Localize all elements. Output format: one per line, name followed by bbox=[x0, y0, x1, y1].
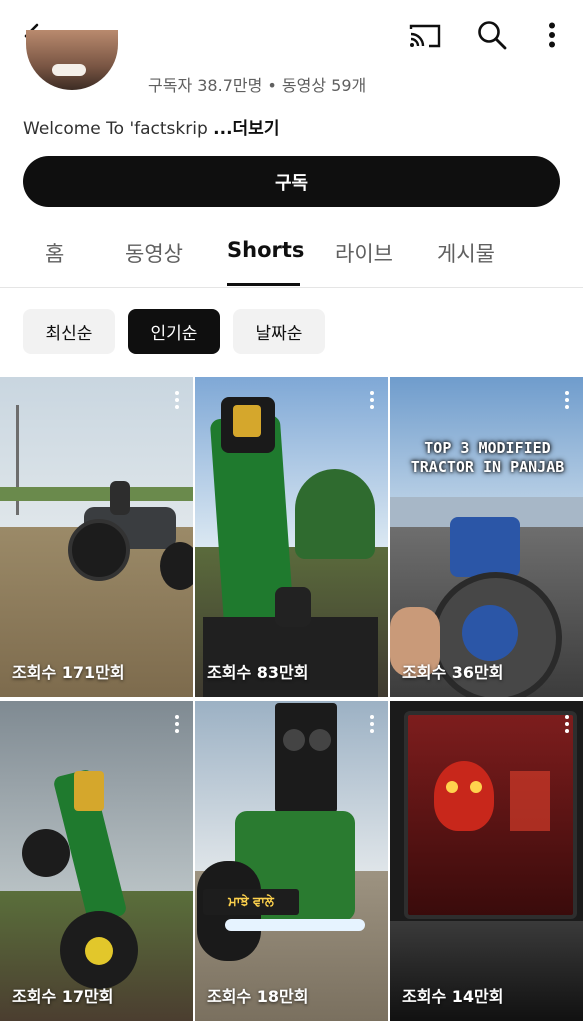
chip-popular[interactable]: 인기순 bbox=[128, 309, 220, 354]
cast-icon[interactable] bbox=[404, 16, 446, 56]
short-tile[interactable]: 조회수 14만회 bbox=[390, 701, 583, 1021]
chip-oldest[interactable]: 날짜순 bbox=[233, 309, 325, 354]
tab-home[interactable]: 홈 bbox=[45, 238, 64, 268]
tab-posts[interactable]: 게시물 bbox=[437, 238, 495, 268]
short-view-count: 조회수 17만회 bbox=[12, 987, 114, 1006]
channel-description[interactable]: Welcome To 'factskrip ...더보기 bbox=[23, 114, 279, 139]
short-options-icon[interactable] bbox=[561, 389, 573, 411]
short-options-icon[interactable] bbox=[561, 713, 573, 735]
channel-stats: 구독자 38.7만명 • 동영상 59개 bbox=[148, 76, 367, 95]
short-tile[interactable]: 조회수 17만회 bbox=[0, 701, 193, 1021]
tab-videos[interactable]: 동영상 bbox=[125, 238, 183, 268]
chip-latest[interactable]: 최신순 bbox=[23, 309, 115, 354]
active-tab-indicator bbox=[227, 283, 300, 286]
short-view-count: 조회수 14만회 bbox=[402, 987, 504, 1006]
subscribe-button[interactable]: 구독 bbox=[23, 156, 560, 207]
short-tile[interactable]: TOP 3 MODIFIED TRACTOR IN PANJAB 조회수 36만… bbox=[390, 377, 583, 697]
short-tile[interactable]: 조회수 83만회 bbox=[195, 377, 388, 697]
channel-tabs: 홈 동영상 Shorts 라이브 게시물 bbox=[0, 222, 583, 288]
short-options-icon[interactable] bbox=[171, 713, 183, 735]
short-options-icon[interactable] bbox=[366, 389, 378, 411]
short-number-plate: ਮਾਝੇ ਵਾਲੇ bbox=[203, 889, 299, 915]
shorts-grid: 조회수 171만회 조회수 83만회 TOP 3 MODIFIED TRACTO… bbox=[0, 377, 583, 1024]
tab-shorts[interactable]: Shorts bbox=[227, 238, 304, 262]
short-options-icon[interactable] bbox=[366, 713, 378, 735]
short-view-count: 조회수 36만회 bbox=[402, 663, 504, 682]
short-tile[interactable]: ਮਾਝੇ ਵਾਲੇ 조회수 18만회 bbox=[195, 701, 388, 1021]
short-view-count: 조회수 171만회 bbox=[12, 663, 125, 682]
tab-live[interactable]: 라이브 bbox=[335, 238, 393, 268]
more-vert-icon[interactable] bbox=[534, 14, 570, 56]
short-options-icon[interactable] bbox=[171, 389, 183, 411]
short-overlay-caption: TOP 3 MODIFIED TRACTOR IN PANJAB bbox=[410, 439, 565, 476]
channel-avatar[interactable] bbox=[26, 30, 118, 90]
short-view-count: 조회수 83만회 bbox=[207, 663, 309, 682]
description-text: Welcome To 'factskrip bbox=[23, 119, 214, 139]
short-view-count: 조회수 18만회 bbox=[207, 987, 309, 1006]
short-tile[interactable]: 조회수 171만회 bbox=[0, 377, 193, 697]
more-link[interactable]: ...더보기 bbox=[213, 119, 279, 139]
search-icon[interactable] bbox=[470, 14, 514, 56]
